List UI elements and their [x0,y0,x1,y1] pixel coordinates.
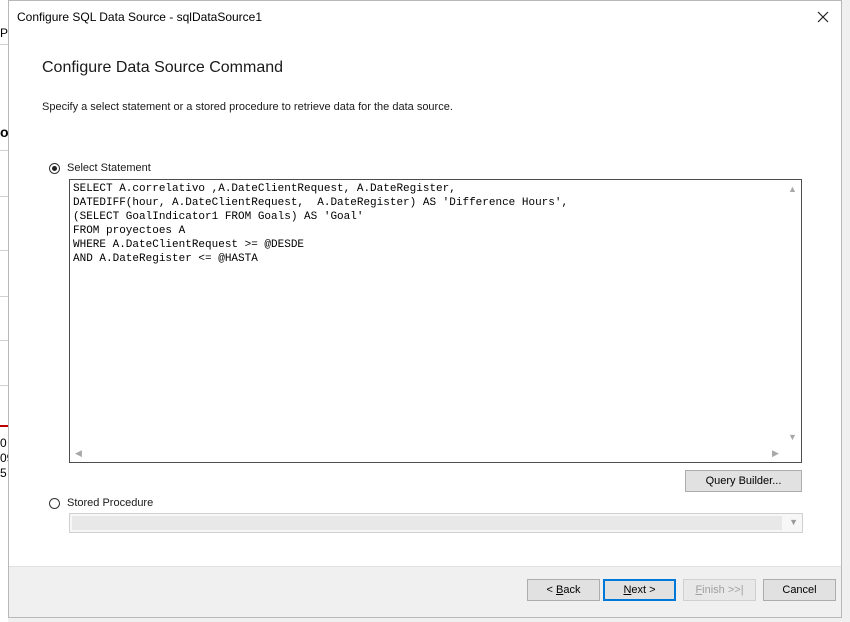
cancel-button[interactable]: Cancel [763,579,836,601]
stored-procedure-option[interactable]: Stored Procedure [49,497,153,509]
back-accelerator: B [556,584,564,596]
query-builder-button[interactable]: Query Builder... [685,470,802,492]
back-button[interactable]: < Back [527,579,600,601]
scroll-up-icon[interactable]: ▲ [784,180,801,197]
page-heading: Configure Data Source Command [42,59,284,76]
title-bar: Configure SQL Data Source - sqlDataSourc… [9,1,841,33]
sql-line: AND A.DateRegister <= @HASTA [73,253,258,265]
finish-label-rest: inish >>| [702,584,744,596]
background-text-fragment: 5 [0,466,7,480]
sql-line: FROM proyectoes A [73,225,186,237]
sql-line: SELECT A.correlativo ,A.DateClientReques… [73,183,456,195]
stored-procedure-label: Stored Procedure [67,497,154,509]
configure-data-source-dialog: Configure SQL Data Source - sqlDataSourc… [8,0,842,618]
sql-line: DATEDIFF(hour, A.DateClientRequest, A.Da… [73,197,569,209]
scroll-down-icon[interactable]: ▼ [784,428,801,445]
back-label-rest: ack [563,584,581,596]
select-statement-label: Select Statement [67,162,151,174]
background-text-fragment: o [0,124,8,140]
stored-procedure-selected-value [72,516,782,530]
background-divider [0,150,8,151]
select-statement-textbox[interactable]: SELECT A.correlativo ,A.DateClientReques… [69,179,802,463]
sql-line: (SELECT GoalIndicator1 FROM Goals) AS 'G… [73,211,364,223]
back-prefix: < [546,584,556,596]
scroll-left-icon[interactable]: ◀ [70,445,87,462]
close-button[interactable] [811,5,835,29]
chevron-down-icon[interactable]: ▼ [789,517,798,527]
select-statement-option[interactable]: Select Statement [49,162,151,174]
background-divider [0,196,8,197]
background-divider [0,250,8,251]
background-divider [0,340,8,341]
next-button[interactable]: Next > [603,579,676,601]
background-divider [0,296,8,297]
close-icon [817,11,829,23]
background-divider [0,385,8,386]
next-accelerator: N [623,584,632,596]
sql-line: WHERE A.DateClientRequest >= @DESDE [73,239,305,251]
stored-procedure-radio[interactable] [49,497,60,509]
next-label-rest: ext > [631,584,656,596]
page-description: Specify a select statement or a stored p… [42,101,453,113]
horizontal-scrollbar[interactable]: ◀ ▶ [70,445,784,462]
select-statement-radio[interactable] [49,162,60,174]
background-window [0,0,8,622]
finish-button[interactable]: Finish >>| [683,579,756,601]
background-text-fragment: 09 [0,451,8,465]
background-text-fragment: Pr [0,26,8,40]
background-red-line [0,425,8,427]
background-divider [0,44,8,45]
window-title: Configure SQL Data Source - sqlDataSourc… [17,10,263,24]
scroll-right-icon[interactable]: ▶ [767,445,784,462]
dialog-footer: < Back Next > Finish >>| Cancel [9,566,841,617]
background-text-fragment: 0 [0,436,7,450]
finish-accelerator: F [695,584,703,596]
stored-procedure-dropdown[interactable]: ▼ [69,513,803,533]
vertical-scrollbar[interactable]: ▲ ▼ [784,180,801,445]
sql-text[interactable]: SELECT A.correlativo ,A.DateClientReques… [73,182,783,444]
